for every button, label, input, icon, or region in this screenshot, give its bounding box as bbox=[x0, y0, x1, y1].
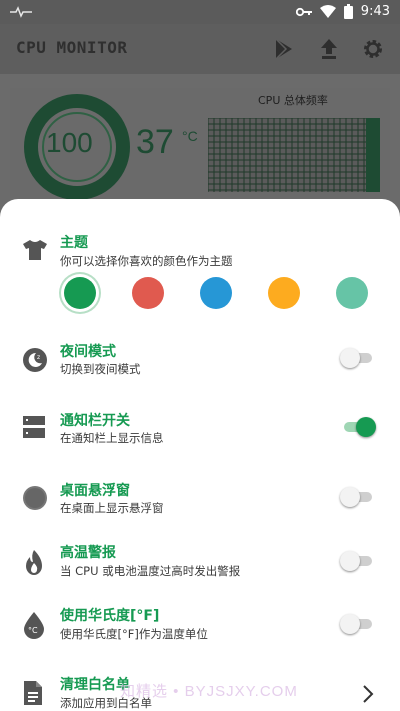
theme-title: 主题 bbox=[60, 235, 88, 251]
night-mode-row[interactable]: z 夜间模式 切换到夜间模式 bbox=[0, 339, 400, 399]
high-temp-alarm-row[interactable]: 高温警报 当 CPU 或电池温度过高时发出警报 bbox=[0, 542, 400, 602]
night-mode-toggle[interactable] bbox=[340, 347, 376, 368]
play-store-icon[interactable] bbox=[274, 38, 294, 60]
svg-text:°C: °C bbox=[28, 626, 38, 635]
notification-row[interactable]: 通知栏开关 在通知栏上显示信息 bbox=[0, 408, 400, 468]
theme-color-picker bbox=[0, 274, 400, 314]
theme-color-orange[interactable] bbox=[268, 277, 300, 309]
app-bar: CPU MONITOR bbox=[0, 24, 400, 74]
high-temp-alarm-toggle[interactable] bbox=[340, 550, 376, 571]
theme-color-red[interactable] bbox=[132, 277, 164, 309]
document-icon bbox=[24, 681, 42, 705]
floating-window-subtitle: 在桌面上显示悬浮窗 bbox=[60, 501, 164, 515]
chevron-right-icon[interactable] bbox=[362, 684, 374, 704]
floating-bubble-icon bbox=[23, 486, 47, 510]
cpu-frequency-chart bbox=[208, 118, 380, 192]
watermark-text: 知精选 • BYJSJXY.COM bbox=[120, 683, 298, 700]
status-bar: 9:43 bbox=[0, 0, 400, 24]
notification-title: 通知栏开关 bbox=[60, 413, 130, 429]
settings-sheet: 主题 你可以选择你喜欢的颜色作为主题 z 夜间模式 切换到夜间模式 通知栏开关 … bbox=[0, 199, 400, 711]
cpu-frequency-label: CPU 总体频率 bbox=[258, 94, 328, 107]
flame-icon bbox=[26, 550, 42, 575]
battery-icon bbox=[343, 4, 353, 19]
thermometer-drop-icon: °C bbox=[24, 612, 44, 639]
floating-window-toggle[interactable] bbox=[340, 486, 376, 507]
notification-toggle[interactable] bbox=[340, 416, 376, 437]
activity-pulse-icon bbox=[10, 6, 32, 18]
night-mode-moon-icon: z bbox=[23, 348, 47, 372]
high-temp-alarm-title: 高温警报 bbox=[60, 545, 116, 561]
vpn-key-icon bbox=[295, 7, 312, 16]
status-time: 9:43 bbox=[360, 4, 390, 19]
svg-text:z: z bbox=[37, 354, 40, 361]
tshirt-icon bbox=[23, 240, 47, 260]
high-temp-alarm-subtitle: 当 CPU 或电池温度过高时发出警报 bbox=[60, 564, 241, 578]
notification-subtitle: 在通知栏上显示信息 bbox=[60, 431, 164, 445]
settings-gear-icon[interactable] bbox=[362, 38, 384, 60]
temperature-unit: °C bbox=[182, 128, 198, 144]
theme-subtitle: 你可以选择你喜欢的颜色作为主题 bbox=[60, 254, 233, 268]
temperature-value: 37 bbox=[136, 123, 174, 161]
fahrenheit-title: 使用华氏度[°F] bbox=[60, 608, 160, 624]
theme-color-teal[interactable] bbox=[336, 277, 368, 309]
app-title: CPU MONITOR bbox=[16, 38, 128, 57]
night-mode-subtitle: 切换到夜间模式 bbox=[60, 362, 141, 376]
theme-color-green[interactable] bbox=[64, 277, 96, 309]
notification-panel-icon bbox=[23, 416, 45, 438]
night-mode-title: 夜间模式 bbox=[60, 344, 116, 360]
fahrenheit-row[interactable]: °C 使用华氏度[°F] 使用华氏度[°F]作为温度单位 bbox=[0, 605, 400, 665]
fahrenheit-subtitle: 使用华氏度[°F]作为温度单位 bbox=[60, 627, 208, 641]
floating-window-row[interactable]: 桌面悬浮窗 在桌面上显示悬浮窗 bbox=[0, 478, 400, 538]
theme-color-blue[interactable] bbox=[200, 277, 232, 309]
cpu-usage-value: 100 bbox=[46, 127, 93, 158]
fahrenheit-toggle[interactable] bbox=[340, 613, 376, 634]
wifi-icon bbox=[319, 5, 336, 18]
upload-icon[interactable] bbox=[320, 38, 338, 60]
floating-window-title: 桌面悬浮窗 bbox=[60, 483, 130, 499]
